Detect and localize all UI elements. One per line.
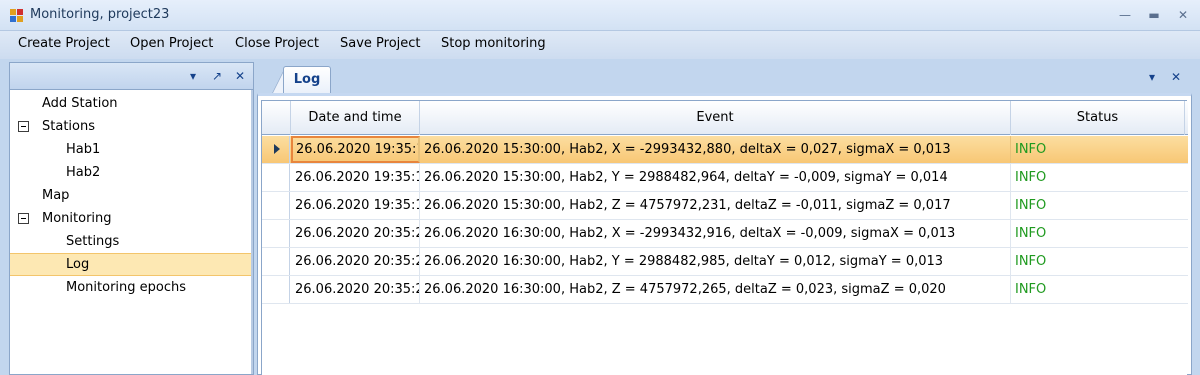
event-cell[interactable]: 26.06.2020 15:30:00, Hab2, X = -2993432,… (420, 136, 1011, 163)
tree-item-label: Hab1 (66, 142, 101, 157)
menu-close-project[interactable]: Close Project (235, 36, 319, 51)
log-document: Date and time Event Status 26.06.2020 19… (257, 93, 1192, 375)
status-cell[interactable]: INFO (1011, 192, 1185, 219)
tree-item-label: Map (42, 188, 70, 203)
row-header-corner (262, 101, 291, 135)
tab-log[interactable]: Log (283, 66, 331, 94)
event-cell[interactable]: 26.06.2020 16:30:00, Hab2, X = -2993432,… (420, 220, 1011, 247)
column-header-date[interactable]: Date and time (291, 101, 420, 135)
tree-item-add-station[interactable]: Add Station (10, 92, 251, 115)
date-cell[interactable]: 26.06.2020 19:35:11 (291, 136, 420, 163)
table-row[interactable]: 26.06.2020 19:35:11 26.06.2020 15:30:00,… (262, 164, 1188, 192)
pin-icon[interactable]: ↗ (209, 68, 225, 84)
status-cell[interactable]: INFO (1011, 276, 1185, 303)
maximize-icon[interactable]: ▬ (1141, 4, 1167, 26)
menu-stop-monitoring[interactable]: Stop monitoring (441, 36, 546, 51)
event-cell[interactable]: 26.06.2020 15:30:00, Hab2, Z = 4757972,2… (420, 192, 1011, 219)
log-grid: Date and time Event Status 26.06.2020 19… (261, 100, 1188, 375)
status-cell[interactable]: INFO (1011, 136, 1185, 163)
window-title: Monitoring, project23 (30, 7, 170, 22)
grid-header: Date and time Event Status (262, 101, 1188, 135)
row-header[interactable] (262, 276, 290, 303)
collapse-icon[interactable] (18, 121, 29, 132)
title-bar: Monitoring, project23 — ▬ ✕ (0, 0, 1200, 31)
app-blocks-icon (10, 9, 24, 23)
date-cell[interactable]: 26.06.2020 20:35:20 (291, 220, 420, 247)
event-cell[interactable]: 26.06.2020 16:30:00, Hab2, Y = 2988482,9… (420, 248, 1011, 275)
close-window-icon[interactable]: ✕ (1170, 4, 1196, 26)
table-row[interactable]: 26.06.2020 19:35:11 26.06.2020 15:30:00,… (262, 136, 1188, 164)
menu-create-project[interactable]: Create Project (18, 36, 110, 51)
date-cell[interactable]: 26.06.2020 20:35:21 (291, 248, 420, 275)
menu-bar: Create Project Open Project Close Projec… (0, 31, 1200, 59)
date-cell[interactable]: 26.06.2020 19:35:11 (291, 192, 420, 219)
event-cell[interactable]: 26.06.2020 15:30:00, Hab2, Y = 2988482,9… (420, 164, 1011, 191)
date-cell[interactable]: 26.06.2020 20:35:21 (291, 276, 420, 303)
tree-item-hab2[interactable]: Hab2 (10, 161, 251, 184)
status-cell[interactable]: INFO (1011, 248, 1185, 275)
project-tree: Add Station Stations Hab1 Hab2 Map Monit… (10, 90, 253, 374)
tree-item-stations[interactable]: Stations (10, 115, 251, 138)
status-cell[interactable]: INFO (1011, 220, 1185, 247)
current-row-arrow-icon (274, 144, 280, 154)
row-header[interactable] (262, 192, 290, 219)
table-row[interactable]: 26.06.2020 20:35:21 26.06.2020 16:30:00,… (262, 276, 1188, 304)
status-cell[interactable]: INFO (1011, 164, 1185, 191)
tree-item-label: Add Station (42, 96, 118, 111)
dropdown-arrow-icon[interactable]: ▾ (185, 68, 201, 84)
tree-item-label: Settings (66, 234, 120, 249)
column-header-status[interactable]: Status (1011, 101, 1185, 135)
tree-item-settings[interactable]: Settings (10, 230, 251, 253)
collapse-icon[interactable] (18, 213, 29, 224)
document-dropdown-icon[interactable]: ▾ (1144, 69, 1160, 85)
tree-item-monitoring[interactable]: Monitoring (10, 207, 251, 230)
close-panel-icon[interactable]: ✕ (232, 68, 248, 84)
row-header[interactable] (262, 248, 290, 275)
column-header-event[interactable]: Event (420, 101, 1011, 135)
tree-item-label: Monitoring epochs (66, 280, 187, 295)
table-row[interactable]: 26.06.2020 20:35:21 26.06.2020 16:30:00,… (262, 248, 1188, 276)
row-header[interactable] (262, 136, 290, 163)
tree-item-monitoring-epochs[interactable]: Monitoring epochs (10, 276, 251, 299)
tree-item-label: Stations (42, 119, 95, 134)
close-document-icon[interactable]: ✕ (1168, 69, 1184, 85)
date-cell[interactable]: 26.06.2020 19:35:11 (291, 164, 420, 191)
event-cell[interactable]: 26.06.2020 16:30:00, Hab2, Z = 4757972,2… (420, 276, 1011, 303)
minimize-icon[interactable]: — (1112, 4, 1138, 26)
tree-item-label: Log (66, 257, 90, 272)
panel-header: ▾ ↗ ✕ (10, 63, 253, 90)
menu-open-project[interactable]: Open Project (130, 36, 213, 51)
navigation-panel: ▾ ↗ ✕ Add Station Stations Hab1 Hab2 Map… (9, 62, 254, 375)
tree-item-log[interactable]: Log (10, 253, 251, 276)
tree-item-label: Hab2 (66, 165, 101, 180)
tree-item-label: Monitoring (42, 211, 112, 226)
tree-item-map[interactable]: Map (10, 184, 251, 207)
table-row[interactable]: 26.06.2020 19:35:11 26.06.2020 15:30:00,… (262, 192, 1188, 220)
row-header[interactable] (262, 164, 290, 191)
tree-item-hab1[interactable]: Hab1 (10, 138, 251, 161)
table-row[interactable]: 26.06.2020 20:35:20 26.06.2020 16:30:00,… (262, 220, 1188, 248)
menu-save-project[interactable]: Save Project (340, 36, 421, 51)
row-header[interactable] (262, 220, 290, 247)
